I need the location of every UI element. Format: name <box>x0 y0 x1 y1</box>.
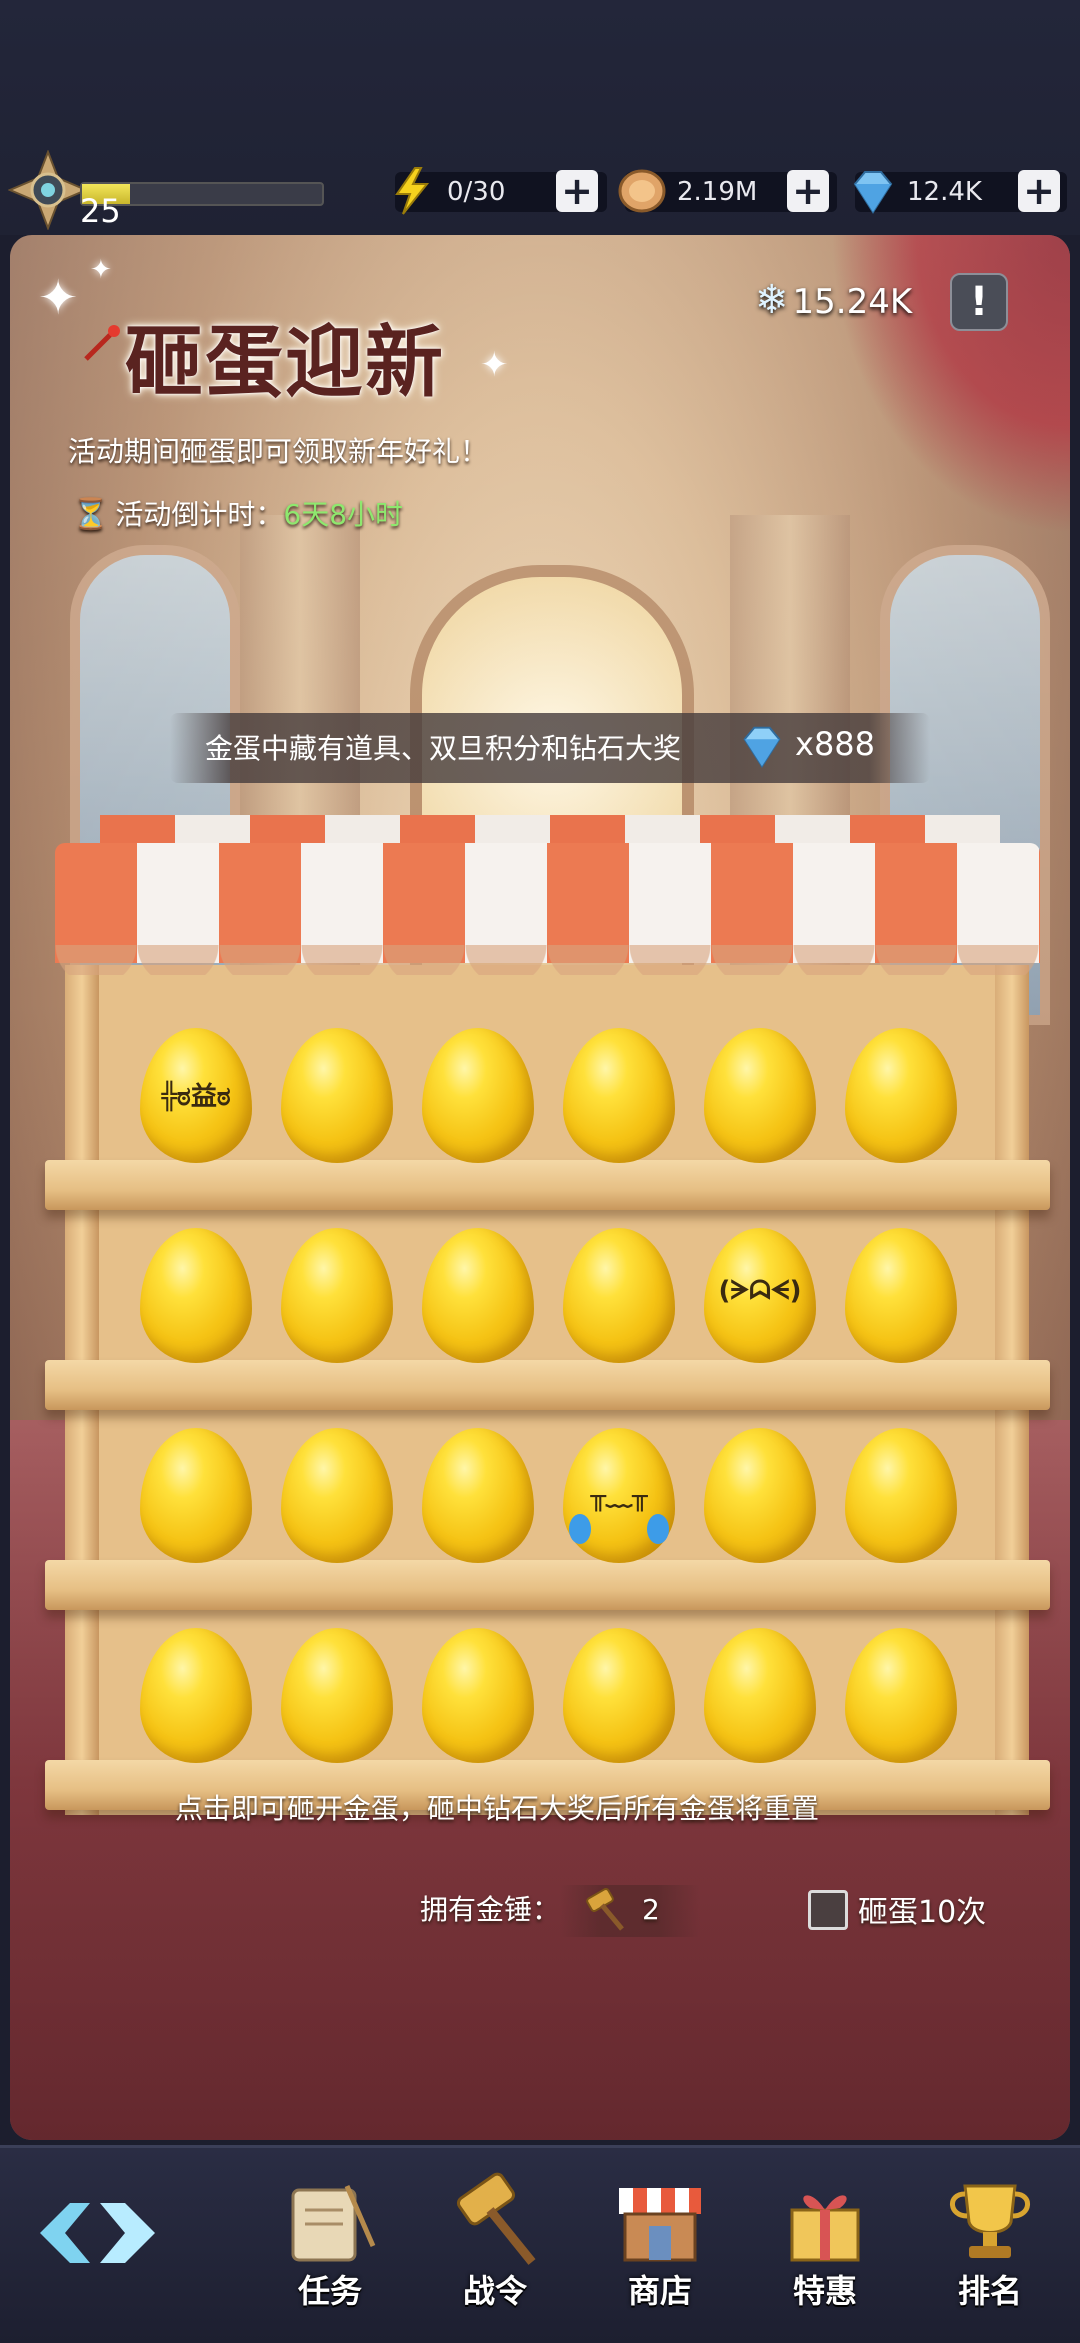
trophy-icon <box>950 2184 1030 2258</box>
firework-icon <box>84 325 120 361</box>
tear-icon <box>647 1514 669 1544</box>
add-gems-button[interactable]: + <box>1018 170 1060 212</box>
tear-icon <box>569 1514 591 1544</box>
scroll-icon <box>291 2185 376 2262</box>
lightning-icon <box>395 167 430 215</box>
snow-currency: ❄ 15.24K <box>755 277 912 323</box>
shelf-plank <box>45 1160 1050 1210</box>
add-coins-button[interactable]: + <box>787 170 829 212</box>
bottom-navigation: 任务 战令 商店 特惠 排名 <box>0 2145 1080 2343</box>
prize-banner-text: 金蛋中藏有道具、双旦积分和钻石大奖 <box>205 732 682 765</box>
smash-ten-label[interactable]: 砸蛋10次 <box>858 1887 986 1931</box>
player-level: 25 <box>80 192 121 230</box>
countdown-value: 6天8小时 <box>283 498 404 531</box>
diamond-icon <box>743 726 781 769</box>
worried-face-icon: (ᗒᗣᗕ) <box>718 1276 802 1306</box>
event-title: 砸蛋迎新 <box>125 318 446 408</box>
sparkle-icon: ✦ <box>38 270 79 326</box>
shelf-plank <box>45 1360 1050 1410</box>
event-countdown: ⏳ 活动倒计时：6天8小时 <box>72 493 403 533</box>
hourglass-icon: ⏳ <box>72 497 110 532</box>
hammer-owned: 拥有金锤： 2 <box>420 1885 701 1937</box>
nav-item-battlepass[interactable]: 战令 <box>430 2166 560 2336</box>
snowflake-icon: ❄ <box>755 277 789 323</box>
shelf-plank <box>45 1560 1050 1610</box>
hammer-icon <box>456 2172 536 2265</box>
nav-item-ranking[interactable]: 排名 <box>925 2166 1055 2336</box>
energy-value: 0/30 <box>447 177 506 207</box>
event-stage: ❄ 15.24K ! ✦ ✦ ✦ 砸蛋迎新 活动期间砸蛋即可领取新年好礼！ ⏳ 活动… <box>10 235 1070 2140</box>
event-description: 活动期间砸蛋即可领取新年好礼！ <box>68 435 489 468</box>
hammer-counter: 2 <box>560 1885 701 1937</box>
gem-value: 12.4K <box>907 177 982 207</box>
smash-hint: 点击即可砸开金蛋，砸中钻石大奖后所有金蛋将重置 <box>175 1792 820 1825</box>
player-level-badge-icon[interactable] <box>8 150 88 230</box>
crying-face-icon: ╥﹏╥ <box>590 1482 648 1512</box>
diamond-icon <box>853 171 893 214</box>
nav-item-quest[interactable]: 任务 <box>265 2166 395 2336</box>
nav-label: 特惠 <box>792 2272 857 2310</box>
add-energy-button[interactable]: + <box>556 170 598 212</box>
sparkle-icon: ✦ <box>90 255 112 285</box>
hammer-label: 拥有金锤： <box>420 1893 561 1926</box>
prize-diamond-count: x888 <box>795 725 876 763</box>
coin-icon <box>618 169 666 213</box>
game-logo-icon[interactable] <box>30 2188 160 2278</box>
smash-ten-checkbox[interactable] <box>808 1890 848 1930</box>
sparkle-icon: ✦ <box>480 345 509 385</box>
info-button[interactable]: ! <box>950 273 1008 331</box>
hammer-count: 2 <box>642 1893 660 1926</box>
gift-icon <box>790 2195 860 2262</box>
nav-label: 商店 <box>627 2272 692 2310</box>
nav-label: 战令 <box>462 2272 527 2310</box>
angry-face-icon: ╬ಠ益ಠ <box>161 1082 231 1112</box>
golden-hammer-icon <box>586 1888 624 1931</box>
nav-item-special-offer[interactable]: 特惠 <box>760 2166 890 2336</box>
top-status-bar: 25 0/30 + 2.19M + 12.4K + <box>0 0 1080 235</box>
shop-icon <box>619 2188 701 2262</box>
awning-trim <box>55 945 1040 975</box>
nav-item-shop[interactable]: 商店 <box>595 2166 725 2336</box>
nav-label: 任务 <box>297 2272 362 2310</box>
snow-value: 15.24K <box>792 282 913 322</box>
coin-value: 2.19M <box>677 177 758 207</box>
nav-label: 排名 <box>957 2272 1022 2310</box>
countdown-label: 活动倒计时： <box>115 498 284 531</box>
